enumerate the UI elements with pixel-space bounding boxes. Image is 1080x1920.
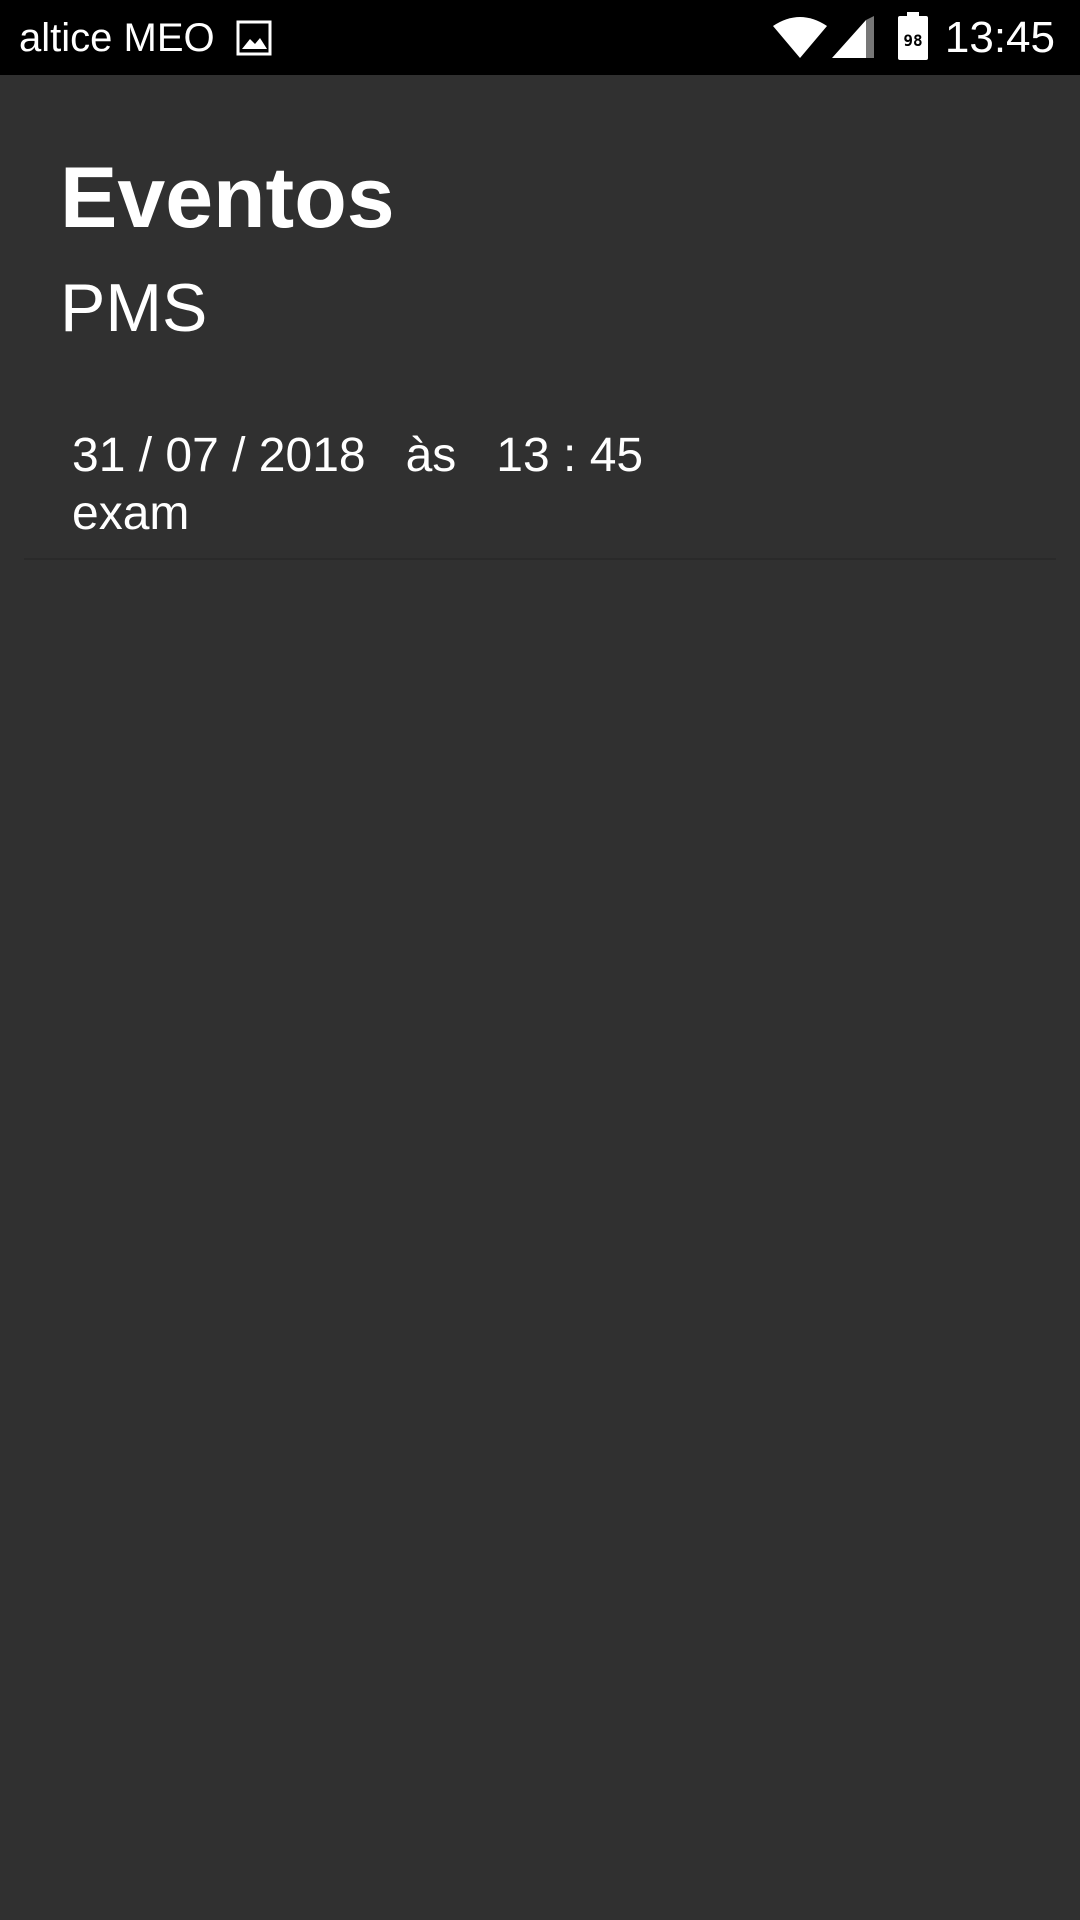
- page-subtitle: PMS: [60, 270, 208, 346]
- wifi-icon: [773, 17, 827, 58]
- event-list: 31 / 07 / 2018 às 13 : 45 exam: [24, 420, 1056, 560]
- page-title: Eventos: [60, 150, 395, 246]
- cellular-signal-icon: [832, 16, 874, 58]
- event-list-item[interactable]: 31 / 07 / 2018 às 13 : 45 exam: [24, 420, 1056, 560]
- battery-level-text: 98: [903, 31, 922, 50]
- carrier-name: altice MEO: [19, 16, 215, 60]
- event-datetime: 31 / 07 / 2018 às 13 : 45: [72, 429, 644, 482]
- event-name: exam: [72, 487, 190, 540]
- battery-icon: 98: [898, 12, 928, 60]
- gallery-icon: [236, 20, 272, 56]
- status-bar: altice MEO 98 13:45: [0, 0, 1080, 75]
- status-clock: 13:45: [944, 13, 1055, 62]
